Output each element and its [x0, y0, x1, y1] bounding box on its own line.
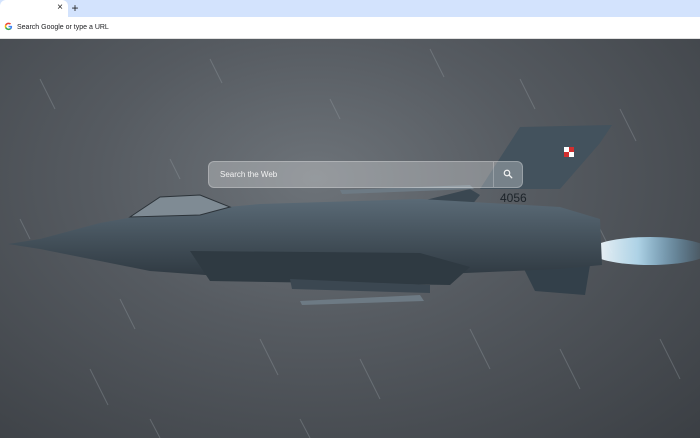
new-tab-button[interactable]: + [69, 1, 81, 15]
search-input[interactable]: Search the Web [220, 162, 277, 187]
tab-strip: × + [0, 0, 700, 17]
browser-toolbar: Search Google or type a URL [0, 17, 700, 39]
tab-new-tab[interactable]: × [0, 0, 68, 17]
search-button[interactable] [493, 162, 522, 187]
web-search-box[interactable]: Search the Web [208, 161, 523, 188]
wallpaper-fighter-jet: 4056 [8, 48, 700, 438]
tab-close-button[interactable]: × [55, 2, 65, 14]
google-g-icon [4, 22, 13, 31]
search-icon [503, 169, 513, 179]
new-tab-page: 4056 Search the Web [0, 39, 700, 438]
tail-number-text: 4056 [500, 191, 527, 205]
omnibox-input[interactable]: Search Google or type a URL [17, 21, 109, 34]
